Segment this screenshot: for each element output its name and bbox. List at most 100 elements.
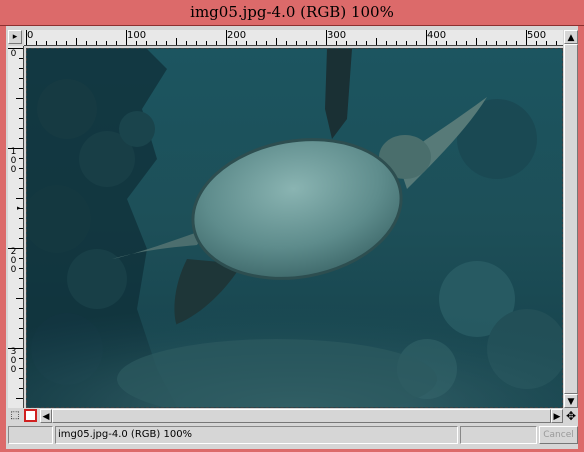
ruler-tick (186, 41, 187, 45)
ruler-tick (19, 278, 23, 279)
ruler-tick (16, 198, 23, 199)
ruler-tick (276, 38, 277, 45)
ruler-tick (546, 41, 547, 45)
ruler-tick (286, 41, 287, 45)
ruler-tick (19, 138, 23, 139)
triangle-right-icon: ▸ (12, 32, 18, 42)
ruler-tick (19, 158, 23, 159)
scroll-down-icon[interactable]: ▼ (564, 394, 578, 408)
window-title: img05.jpg-4.0 (RGB) 100% (190, 3, 394, 21)
ruler-tick (19, 168, 23, 169)
ruler-tick (416, 41, 417, 45)
quick-mask-toggle[interactable] (24, 409, 37, 422)
ruler-tick (496, 41, 497, 45)
vertical-scroll-thumb[interactable] (564, 44, 578, 394)
horizontal-scroll-thumb[interactable] (52, 409, 551, 423)
ruler-tick (19, 88, 23, 89)
image-canvas[interactable] (26, 48, 563, 408)
hruler-label: 0 (27, 30, 34, 41)
cancel-button[interactable]: Cancel (539, 426, 578, 444)
ruler-tick (19, 128, 23, 129)
ruler-tick (436, 41, 437, 45)
ruler-tick (19, 118, 23, 119)
ruler-tick (466, 41, 467, 45)
status-text: img05.jpg-4.0 (RGB) 100% (55, 426, 458, 444)
ruler-tick (56, 41, 57, 45)
ruler-tick (446, 41, 447, 45)
ruler-tick (19, 338, 23, 339)
vruler-label: 0 (10, 49, 17, 59)
ruler-tick (19, 368, 23, 369)
ruler-tick (19, 218, 23, 219)
ruler-tick (296, 41, 297, 45)
ruler-tick (19, 68, 23, 69)
ruler-tick (19, 268, 23, 269)
ruler-tick (556, 41, 557, 45)
hruler-label: 200 (227, 30, 247, 41)
ruler-tick (19, 288, 23, 289)
ruler-tick (266, 41, 267, 45)
hruler-label: 500 (527, 30, 547, 41)
image-menu-button[interactable]: ▸ (8, 30, 22, 44)
ruler-tick (346, 41, 347, 45)
scroll-right-icon[interactable]: ▶ (551, 409, 563, 423)
vruler-label: 200 (10, 247, 17, 275)
ruler-tick (246, 41, 247, 45)
ruler-tick (19, 388, 23, 389)
ruler-tick (19, 58, 23, 59)
ruler-tick (19, 178, 23, 179)
cursor-position-display (8, 426, 53, 444)
ruler-tick (86, 41, 87, 45)
hruler-label: 100 (127, 30, 147, 41)
ruler-tick (456, 41, 457, 45)
hruler-label: 400 (427, 30, 447, 41)
ruler-tick (316, 41, 317, 45)
ruler-tick (206, 41, 207, 45)
hruler-label: 300 (327, 30, 347, 41)
ruler-tick (16, 398, 23, 399)
ruler-tick (66, 41, 67, 45)
ruler-tick (176, 38, 177, 45)
ruler-tick (36, 41, 37, 45)
ruler-tick (19, 78, 23, 79)
navigate-icon[interactable]: ✥ (564, 409, 578, 423)
ruler-tick (156, 41, 157, 45)
scroll-left-icon[interactable]: ◀ (40, 409, 52, 423)
ruler-tick (19, 108, 23, 109)
ruler-tick (19, 358, 23, 359)
ruler-tick (136, 41, 137, 45)
window-frame-right (578, 26, 584, 452)
ruler-tick (306, 41, 307, 45)
vruler-label: 300 (10, 347, 17, 375)
scroll-up-icon[interactable]: ▲ (564, 30, 578, 44)
window-frame-left (0, 26, 6, 452)
ruler-tick (236, 41, 237, 45)
ruler-tick (336, 41, 337, 45)
ruler-tick (19, 258, 23, 259)
ruler-tick (46, 41, 47, 45)
horizontal-ruler[interactable]: 0 100 200 300 400 500 (24, 30, 563, 46)
ruler-tick (96, 41, 97, 45)
ruler-tick (386, 41, 387, 45)
ruler-tick (19, 318, 23, 319)
vertical-ruler[interactable]: 0 100 200 300 ▸ (8, 46, 24, 408)
horizontal-scrollbar[interactable]: ◀ ▶ (40, 409, 563, 423)
ruler-tick (216, 41, 217, 45)
ruler-tick (19, 228, 23, 229)
ruler-tick (476, 38, 477, 45)
ruler-tick (106, 41, 107, 45)
ruler-tick (19, 188, 23, 189)
ruler-tick (516, 41, 517, 45)
ruler-tick (166, 41, 167, 45)
ruler-tick (506, 41, 507, 45)
turtle-photo (27, 49, 562, 407)
ruler-tick (536, 41, 537, 45)
ruler-tick (406, 41, 407, 45)
ruler-tick (356, 41, 357, 45)
ruler-tick (486, 41, 487, 45)
title-bar[interactable]: img05.jpg-4.0 (RGB) 100% (0, 0, 584, 26)
vertical-scrollbar[interactable]: ▲ ▼ (564, 30, 578, 408)
vruler-label: 100 (10, 147, 17, 175)
qmask-off-icon[interactable]: ⬚ (8, 409, 22, 423)
ruler-position-marker-icon: ▸ (17, 204, 21, 212)
